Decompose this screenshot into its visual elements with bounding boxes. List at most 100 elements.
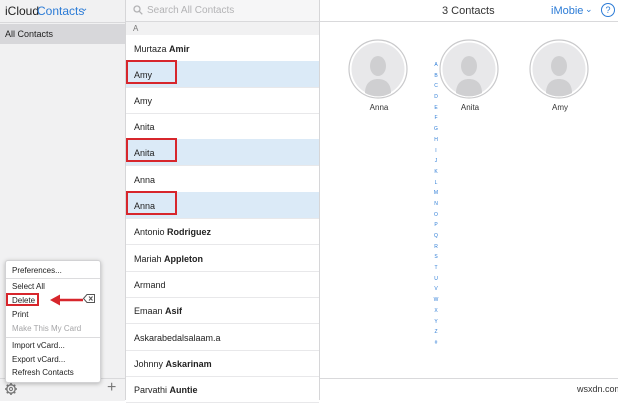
alphabet-letter[interactable]: I [431,146,441,157]
contact-row[interactable]: Armand [126,271,319,298]
card-name: Anna [369,103,389,112]
menu-item-export-vcard[interactable]: Export vCard... [12,355,65,364]
contact-card[interactable]: Anita [439,39,501,112]
contact-card[interactable]: Anna [348,39,410,112]
contact-last-name: Anita [134,122,155,132]
selection-highlight-box [126,191,177,215]
alphabet-letter[interactable]: N [431,199,441,210]
alphabet-letter[interactable]: J [431,156,441,167]
contact-last-name: Asif [165,306,183,316]
contact-last-name: Armand [134,280,166,290]
menu-item-make-my-card: Make This My Card [12,324,82,333]
gear-icon[interactable] [4,382,18,396]
contact-first-name: Antonio [134,227,165,237]
search-input[interactable]: Search All Contacts [147,5,234,16]
card-name: Amy [552,103,568,112]
card-name: Anita [460,103,480,112]
alphabet-letter[interactable]: L [431,178,441,189]
avatar [529,39,589,99]
backspace-key-icon [83,294,95,303]
alphabet-letter[interactable]: G [431,124,441,135]
alphabet-letter[interactable]: H [431,135,441,146]
delete-highlight-box [6,293,39,306]
contact-name: Parvathi Auntie [134,385,198,395]
alphabet-letter[interactable]: K [431,167,441,178]
avatar [348,39,408,99]
alphabet-letter[interactable]: X [431,306,441,317]
contact-first-name: Emaan [134,306,163,316]
contact-name: Amy [134,96,152,106]
contact-row[interactable]: Parvathi Auntie [126,376,319,403]
alphabet-letter[interactable]: U [431,274,441,285]
alphabet-letter[interactable]: M [431,188,441,199]
chevron-down-icon[interactable]: ⌄ [585,4,593,15]
menu-item-preferences[interactable]: Preferences... [12,266,62,275]
alphabet-letter[interactable]: Y [431,317,441,328]
contact-name: Emaan Asif [134,306,182,316]
chevron-down-icon[interactable]: ⌄ [80,3,88,14]
avatar [439,39,499,99]
contact-name: Armand [134,280,166,290]
contact-row[interactable]: Anna [126,166,319,193]
account-menu[interactable]: iMobie [551,5,583,17]
menu-divider [6,337,100,338]
menu-item-import-vcard[interactable]: Import vCard... [12,341,65,350]
menu-item-print[interactable]: Print [12,310,28,319]
menu-item-select-all[interactable]: Select All [12,282,45,291]
group-label: All Contacts [5,29,54,39]
icloud-label: iCloud [5,4,40,18]
alphabet-letter[interactable]: Q [431,231,441,242]
contact-row[interactable]: Johnny Askarinam [126,350,319,377]
contact-first-name: Johnny [134,359,164,369]
search-icon [133,5,143,15]
alphabet-letter[interactable]: # [431,338,441,349]
watermark: wsxdn.com [577,384,618,394]
alphabet-letter[interactable]: V [431,284,441,295]
contact-name: Mariah Appleton [134,254,203,264]
search-bar[interactable]: Search All Contacts [126,0,319,22]
alphabet-letter[interactable]: W [431,295,441,306]
section-letter: A [133,24,139,33]
alphabet-letter[interactable]: O [431,210,441,221]
contact-row[interactable]: Antonio Rodriguez [126,218,319,245]
red-arrow-icon [50,294,83,306]
detail-footer [320,378,618,401]
contact-first-name: Mariah [134,254,162,264]
group-all-contacts[interactable]: All Contacts [0,24,125,44]
contact-row[interactable]: Anita [126,113,319,140]
contact-row[interactable]: Anna [126,191,319,219]
contact-name: Askarabedalsalaam.a [134,333,221,343]
contact-name: Johnny Askarinam [134,359,212,369]
alphabet-letter[interactable]: Z [431,327,441,338]
detail-header: 3 Contacts iMobie ⌄ ? [320,0,618,22]
contact-last-name: Auntie [169,385,198,395]
contact-row[interactable]: Askarabedalsalaam.a [126,324,319,351]
contact-name: Anna [134,175,155,185]
menu-divider [6,278,100,279]
contact-row[interactable]: Mariah Appleton [126,245,319,272]
alphabet-letter[interactable]: T [431,263,441,274]
contact-card[interactable]: Amy [529,39,591,112]
alphabet-letter[interactable]: S [431,252,441,263]
contact-last-name: Rodriguez [167,227,212,237]
contact-row[interactable]: Amy [126,87,319,114]
alphabet-letter[interactable]: F [431,113,441,124]
alphabet-letter[interactable]: R [431,242,441,253]
contact-row[interactable]: Anita [126,138,319,166]
contact-row[interactable]: Amy [126,60,319,88]
app-switcher[interactable]: Contacts [37,4,84,18]
menu-item-refresh-contacts[interactable]: Refresh Contacts [12,368,74,377]
contact-first-name: Murtaza [134,44,167,54]
contact-last-name: Askarinam [165,359,212,369]
settings-menu: Preferences... Select All Delete Print M… [5,260,101,383]
contact-name: Murtaza Amir [134,44,190,54]
alphabet-letter[interactable]: P [431,220,441,231]
contact-name: Anita [134,122,155,132]
selection-highlight-box [126,60,177,84]
contact-first-name: Parvathi [134,385,168,395]
contact-list-pane: Search All Contacts A Murtaza Amir Amy Amy… [126,0,438,403]
contact-row[interactable]: Emaan Asif [126,297,319,324]
add-contact-icon[interactable]: + [107,380,116,396]
help-icon[interactable]: ? [601,3,615,17]
contact-row[interactable]: Murtaza Amir [126,35,319,62]
